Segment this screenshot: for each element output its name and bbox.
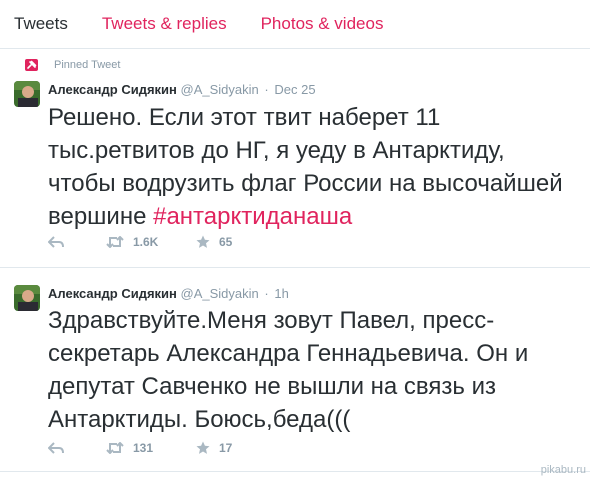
tweet-timestamp[interactable]: 1h xyxy=(274,286,288,301)
tweet-item[interactable]: Pinned Tweet Александр Сидякин @A_Sidyak… xyxy=(0,49,590,268)
tweet-text: Решено. Если этот твит наберет 11 тыс.ре… xyxy=(48,101,572,233)
retweet-count: 1.6K xyxy=(133,235,159,249)
favorite-button[interactable]: 17 xyxy=(196,441,232,455)
tab-tweets[interactable]: Tweets xyxy=(14,14,68,34)
separator-dot: · xyxy=(264,82,269,97)
tweet-text: Здравствуйте.Меня зовут Павел, пресс-сек… xyxy=(48,307,529,433)
avatar[interactable] xyxy=(14,81,40,107)
tweet-timestamp[interactable]: Dec 25 xyxy=(274,82,315,97)
author-handle[interactable]: @A_Sidyakin xyxy=(181,286,259,301)
star-icon xyxy=(196,235,210,248)
reply-icon xyxy=(48,236,64,248)
pin-icon xyxy=(25,59,38,71)
profile-tabs: Tweets Tweets & replies Photos & videos xyxy=(0,0,590,49)
tab-tweets-and-replies[interactable]: Tweets & replies xyxy=(102,14,227,34)
separator-dot: · xyxy=(264,286,269,301)
tweet-actions: 131 17 xyxy=(48,438,232,458)
retweet-button[interactable]: 1.6K xyxy=(106,235,196,249)
author-handle[interactable]: @A_Sidyakin xyxy=(181,82,259,97)
favorite-button[interactable]: 65 xyxy=(196,235,232,249)
star-icon xyxy=(196,441,210,454)
watermark: pikabu.ru xyxy=(540,464,586,476)
favorite-count: 65 xyxy=(219,235,233,249)
tweet-actions: 1.6K 65 xyxy=(48,232,232,252)
author-name[interactable]: Александр Сидякин xyxy=(48,82,177,97)
tweet-header: Александр Сидякин @A_Sidyakin · Dec 25 xyxy=(48,82,316,97)
hashtag-link[interactable]: #антарктиданаша xyxy=(153,203,352,230)
reply-icon xyxy=(48,442,64,454)
reply-button[interactable] xyxy=(48,442,106,454)
author-name[interactable]: Александр Сидякин xyxy=(48,286,177,301)
tweet-header: Александр Сидякин @A_Sidyakin · 1h xyxy=(48,286,289,301)
pinned-label: Pinned Tweet xyxy=(54,59,121,71)
retweet-icon xyxy=(106,236,124,248)
favorite-count: 17 xyxy=(219,441,233,455)
tweet-item[interactable]: Александр Сидякин @A_Sidyakin · 1h Здрав… xyxy=(0,268,590,472)
retweet-button[interactable]: 131 xyxy=(106,441,196,455)
avatar[interactable] xyxy=(14,285,40,311)
retweet-count: 131 xyxy=(133,441,154,455)
tab-photos-and-videos[interactable]: Photos & videos xyxy=(261,14,384,34)
retweet-icon xyxy=(106,442,124,454)
reply-button[interactable] xyxy=(48,236,106,248)
